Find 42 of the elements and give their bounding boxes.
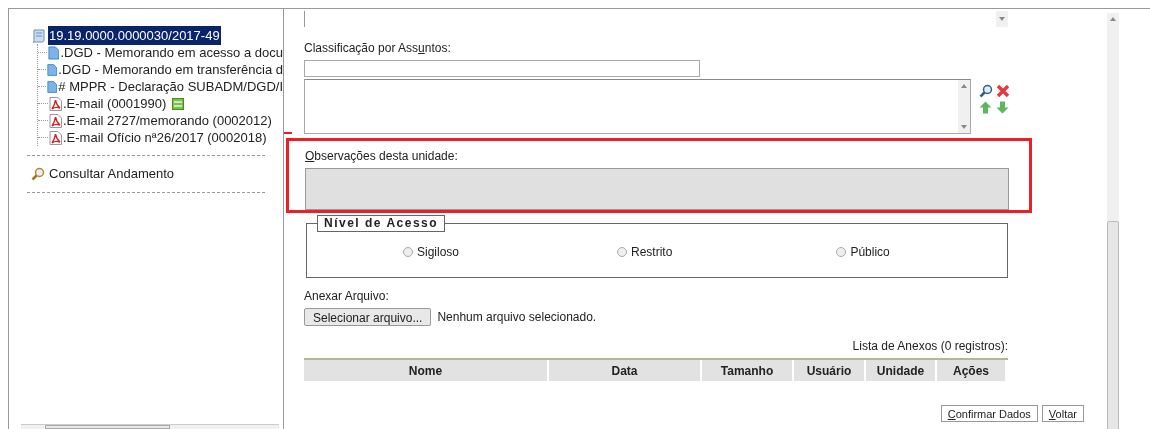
dropdown-arrow-icon bbox=[999, 17, 1005, 21]
page-scrollbar[interactable] bbox=[1107, 13, 1119, 429]
horizontal-scrollbar[interactable] bbox=[21, 424, 279, 429]
sidebar-link[interactable]: Consultar Andamento bbox=[49, 164, 175, 184]
scroll-up-icon bbox=[960, 84, 967, 88]
column-header: Tamanho bbox=[702, 360, 794, 381]
field-label: Classificação por Assuntos: bbox=[304, 40, 452, 57]
scroll-up-icon bbox=[1110, 17, 1116, 21]
select-field[interactable] bbox=[304, 11, 1008, 27]
column-header: Usuário bbox=[794, 360, 866, 381]
radio-label: Restrito bbox=[631, 243, 673, 261]
form-button[interactable]: Confirmar Dados bbox=[940, 405, 1038, 422]
process-number[interactable]: 19.19.0000.0000030/2017-49 bbox=[48, 25, 221, 46]
field-label: Observações desta unidade: bbox=[305, 148, 459, 165]
vertical-scrollbar[interactable] bbox=[957, 80, 970, 133]
attachments-caption: Lista de Anexos (0 registros): bbox=[852, 338, 1008, 355]
subject-input[interactable] bbox=[304, 60, 700, 77]
field-label: Anexar Arquivo: bbox=[304, 288, 390, 305]
scroll-icon bbox=[31, 28, 46, 43]
document-icon bbox=[47, 79, 58, 94]
file-select-button[interactable]: Selecionar arquivo... bbox=[304, 308, 432, 326]
search-icon[interactable] bbox=[978, 84, 993, 98]
scroll-down-icon bbox=[960, 125, 967, 129]
column-header: Unidade bbox=[866, 360, 937, 381]
radio-button[interactable] bbox=[836, 246, 847, 257]
radio-label: Sigiloso bbox=[417, 243, 460, 261]
document-icon bbox=[48, 45, 60, 60]
radio-button[interactable] bbox=[617, 246, 628, 257]
document-icon bbox=[47, 62, 58, 77]
column-header: Ações bbox=[937, 360, 1007, 381]
radio-button[interactable] bbox=[403, 246, 413, 257]
column-header: Data bbox=[549, 360, 702, 381]
spreadsheet-icon[interactable] bbox=[172, 97, 185, 110]
column-header: Nome bbox=[304, 360, 549, 381]
radio-label: Público bbox=[850, 243, 890, 261]
file-status: Nenhum arquivo selecionado. bbox=[437, 309, 597, 326]
fieldset-legend: Nível de Acesso bbox=[317, 215, 446, 232]
form-button[interactable]: Voltar bbox=[1041, 405, 1084, 422]
delete-icon[interactable] bbox=[995, 84, 1010, 98]
observations-textarea[interactable] bbox=[305, 168, 1009, 210]
subject-list-box[interactable] bbox=[304, 79, 971, 134]
magnifier-icon bbox=[31, 166, 45, 181]
